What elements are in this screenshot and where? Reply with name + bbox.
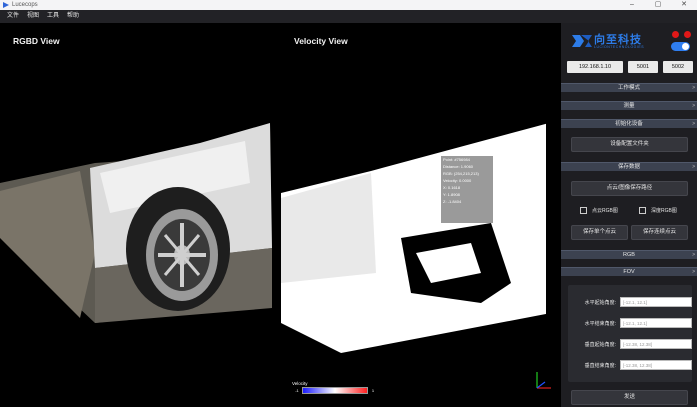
colorbar-label: Velocity [292,381,308,386]
menu-view[interactable]: 视图 [23,10,43,23]
menu-help[interactable]: 帮助 [63,10,83,23]
depth-rgb-label: 深度RGB图 [651,208,677,214]
rgbd-view[interactable]: RGBD View [0,23,281,407]
probe-line: Distance: 1.9060 [443,164,474,169]
fov-v-start-row: 垂直起始角度: [-12.38, 12.38] [574,339,692,349]
rgbd-view-title: RGBD View [13,36,60,46]
section-save[interactable]: 保存数据 > [561,162,697,171]
title-bar: Lucecops – ▢ ✕ [0,0,697,10]
probe-line: Z: -1.8404 [443,199,462,204]
fov-h-start-label: 水平起始角度: [584,299,616,306]
section-range-label: 测量 [623,103,635,109]
fov-v-end-input[interactable]: [-12.38, 12.38] [620,360,692,370]
menu-tools[interactable]: 工具 [43,10,63,23]
save-path-button[interactable]: 点云/图像保存路径 [571,181,688,196]
maximize-icon[interactable]: ▢ [645,0,671,10]
section-fov[interactable]: FOV > [561,267,697,276]
status-dot-icon [684,31,691,38]
section-init[interactable]: 初始化设备 > [561,119,697,128]
section-mode[interactable]: 工作模式 > [561,83,697,92]
cloud-rgb-checkbox[interactable]: 点云RGB图 [580,207,618,214]
config-folder-button[interactable]: 设备配置文件夹 [571,137,688,152]
app-icon [3,2,9,8]
control-panel: 向至科技 LUCIONTECHNOLOGIES 192.168.1.10 500… [561,23,697,407]
chevron-icon: > [692,252,695,258]
close-icon[interactable]: ✕ [671,0,697,10]
connection-row: 192.168.1.10 5001 5002 [567,61,695,73]
fov-v-start-input[interactable]: [-12.38, 12.38] [620,339,692,349]
section-rgb-label: RGB [623,252,635,258]
chevron-icon: > [692,269,695,275]
logo-mark-icon [572,35,592,47]
port2-field[interactable]: 5002 [663,61,693,73]
probe-line: Y: 1.8908 [443,192,460,197]
checkbox-box[interactable] [639,207,646,214]
send-button[interactable]: 发送 [571,390,688,405]
probe-line: RGB: (254,215,213) [443,171,479,176]
connect-toggle[interactable] [671,42,690,51]
save-continuous-button[interactable]: 保存连续点云 [631,225,688,240]
velocity-render [281,123,561,353]
section-init-label: 初始化设备 [615,121,643,127]
section-fov-label: FOV [623,269,635,275]
velocity-view[interactable]: Velocity View Point: #756984 Distance: 1… [281,23,561,407]
fov-h-end-input[interactable]: [-12.1, 12.1] [620,318,692,328]
checkbox-box[interactable] [580,207,587,214]
colorbar-min: -1 [295,388,299,393]
logo-text-en: LUCIONTECHNOLOGIES [594,45,645,49]
section-mode-label: 工作模式 [617,85,640,91]
section-rgb[interactable]: RGB > [561,250,697,259]
status-dot-icon [672,31,679,38]
logo: 向至科技 LUCIONTECHNOLOGIES [561,23,697,59]
fov-h-start-row: 水平起始角度: [-12.1, 12.1] [574,297,692,307]
point-probe-tooltip: Point: #756984 Distance: 1.9060 RGB: (25… [441,156,493,223]
depth-rgb-checkbox[interactable]: 深度RGB图 [639,207,677,214]
probe-line: X: 0.1618 [443,185,461,190]
fov-v-end-label: 垂直结束角度: [584,362,616,369]
section-range[interactable]: 测量 > [561,101,697,110]
cloud-rgb-label: 点云RGB图 [592,208,618,214]
save-single-button[interactable]: 保存单个点云 [571,225,628,240]
velocity-colorbar: Velocity -1 1 [292,381,378,394]
colorbar-max: 1 [371,388,375,393]
menu-bar: 文件 视图 工具 帮助 [0,10,697,23]
window-title: Lucecops [12,2,38,8]
axes-gizmo-icon [536,372,551,389]
window-controls: – ▢ ✕ [619,0,697,10]
menu-file[interactable]: 文件 [3,10,23,23]
fov-v-end-row: 垂直结束角度: [-12.38, 12.38] [574,360,692,370]
colorbar-gradient [302,387,368,394]
chevron-icon: > [692,164,695,170]
port1-field[interactable]: 5001 [628,61,658,73]
section-save-label: 保存数据 [617,164,640,170]
ip-field[interactable]: 192.168.1.10 [567,61,623,73]
fov-v-start-label: 垂直起始角度: [584,341,616,348]
fov-h-start-input[interactable]: [-12.1, 12.1] [620,297,692,307]
probe-line: Point: #756984 [443,157,470,162]
chevron-icon: > [692,85,695,91]
velocity-view-title: Velocity View [294,36,348,46]
chevron-icon: > [692,121,695,127]
chevron-icon: > [692,103,695,109]
fov-h-end-row: 水平结束角度: [-12.1, 12.1] [574,318,692,328]
probe-line: Velocity: 0.0000 [443,178,472,183]
minimize-icon[interactable]: – [619,0,645,10]
rgbd-render [0,123,272,323]
fov-settings: 水平起始角度: [-12.1, 12.1] 水平结束角度: [-12.1, 12… [568,285,692,382]
fov-h-end-label: 水平结束角度: [584,320,616,327]
